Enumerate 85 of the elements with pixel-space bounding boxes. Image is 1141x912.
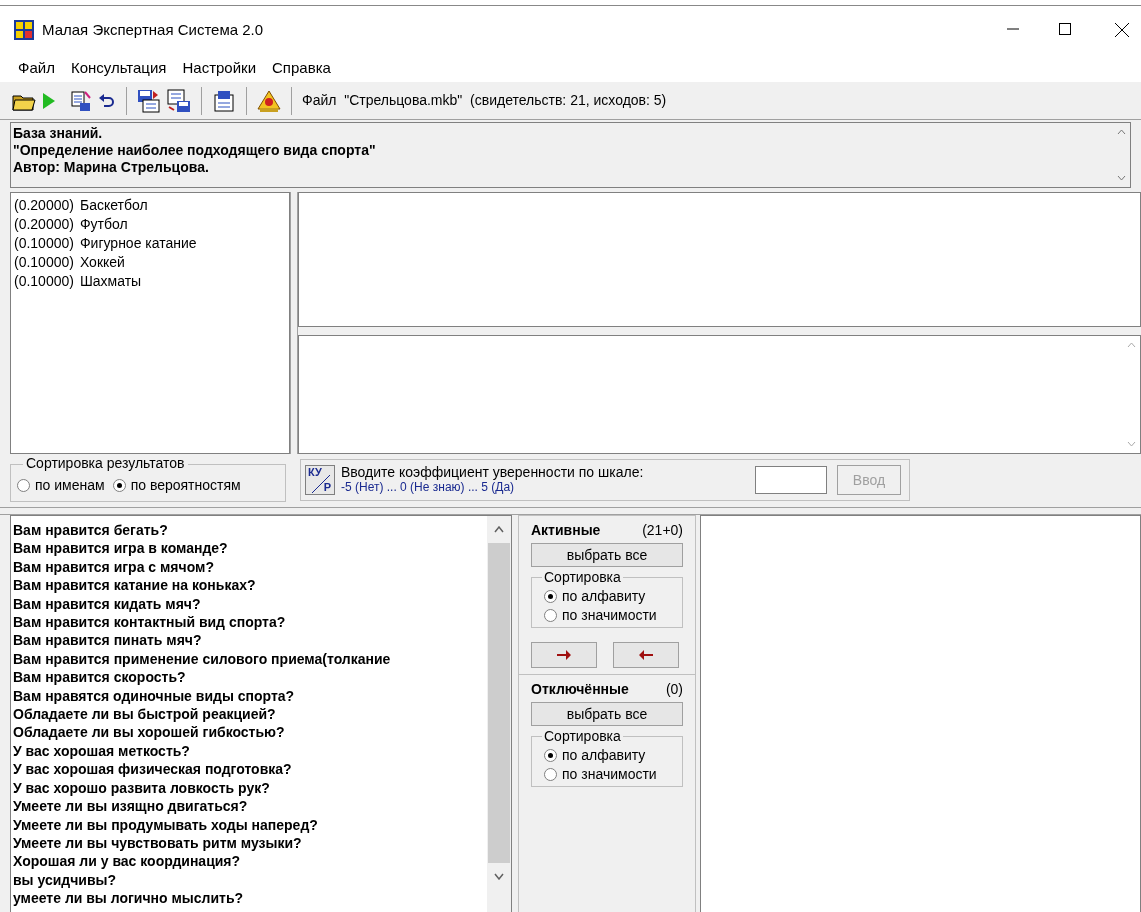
result-name: Хоккей [79, 253, 125, 272]
radio-button[interactable] [544, 608, 557, 622]
result-name: Баскетбол [79, 196, 148, 215]
question-item[interactable]: Вам нравится пинать мяч? [13, 631, 487, 650]
question-item[interactable]: Умеете ли вы изящно двигаться? [13, 797, 487, 816]
question-item[interactable]: У вас хорошая меткость? [13, 741, 487, 761]
save-icon[interactable] [137, 88, 161, 113]
question-item[interactable]: У вас хорошо развита ловкость рук? [13, 778, 487, 798]
file-info: Файл "Стрельцова.mkb" (свидетельств: 21, исходов: 5) [302, 91, 667, 110]
scrollbar-thumb[interactable] [488, 543, 510, 863]
group-title: Сортировка [542, 728, 623, 744]
chevron-down-icon[interactable] [494, 873, 504, 880]
select-all-button[interactable]: выбрать все [531, 543, 683, 567]
badge-label: КУ [308, 467, 322, 478]
question-item[interactable]: Умеете ли вы чувствовать ритм музыки? [13, 833, 487, 853]
app-icon [14, 20, 34, 40]
export-icon[interactable] [167, 88, 191, 113]
radio-option[interactable]: по алфавиту [544, 588, 682, 604]
question-item[interactable]: Вам нравится контактный вид спорта? [13, 613, 487, 632]
question-item[interactable]: Вам нравится кидать мяч? [13, 594, 487, 614]
question-item[interactable]: Вам нравится бегать? [13, 521, 487, 540]
question-item[interactable]: Вам нравится применение силового приема(толкание [13, 649, 487, 669]
probability-text: (0.10000) [14, 272, 74, 291]
results-list[interactable]: (0.20000) Баскетбол (0.20000) Футбол (0.10000) Фигурное катание (0.10000) Хоккей (0.10000) Шахматы [10, 192, 290, 454]
question-item[interactable]: Вам нравится катание на коньках? [13, 576, 487, 595]
group-title: Активные [531, 521, 601, 540]
result-name: Шахматы [79, 272, 142, 291]
question-item[interactable]: Вам нравится игра с мячом? [13, 557, 487, 577]
radio-option[interactable]: по значимости [544, 607, 682, 623]
probability-text: (0.10000) [14, 253, 74, 272]
arrow-button[interactable] [531, 642, 597, 668]
info-line: База знаний. [13, 125, 104, 142]
menu-item[interactable]: Файл [10, 56, 63, 80]
document-icon[interactable] [70, 89, 92, 112]
badge-label: Р [323, 482, 331, 493]
radio-button[interactable] [17, 478, 30, 492]
slash-line [312, 475, 330, 493]
question-item[interactable]: Вам нравятся одиночные виды спорта? [13, 686, 487, 706]
menu-item[interactable]: Настройки [174, 56, 265, 80]
chevron-up-icon[interactable] [1117, 129, 1126, 135]
confidence-field[interactable] [755, 466, 827, 494]
scale-text: -5 (Нет) ... 0 (Не знаю) ... 5 (Да) [341, 480, 516, 495]
arrow-button[interactable] [613, 642, 679, 668]
question-item[interactable]: Обладаете ли вы хорошей гибкостью? [13, 723, 487, 742]
probability-text: (0.10000) [14, 234, 74, 253]
radio-button[interactable] [544, 748, 557, 762]
close-icon[interactable] [1115, 23, 1129, 37]
arrow-icon [637, 648, 655, 662]
question-item[interactable]: Умеете ли вы продумывать ходы наперед? [13, 815, 487, 834]
maximize-icon[interactable] [1059, 23, 1071, 35]
scrollbar[interactable] [487, 516, 511, 912]
info-line: Автор: Марина Стрельцова. [13, 159, 210, 176]
result-name: Фигурное катание [79, 234, 197, 253]
arrow-icon [555, 648, 573, 662]
question-item[interactable]: умеете ли вы логично мыслить? [13, 889, 487, 908]
menu-item[interactable]: Справка [264, 56, 339, 80]
result-name: Футбол [79, 215, 128, 234]
radio-option[interactable]: по именам [17, 477, 105, 493]
count-text: (0) [665, 680, 683, 699]
undo-icon[interactable] [98, 93, 116, 108]
question-item[interactable]: Хорошая ли у вас координация? [13, 852, 487, 871]
radio-option[interactable]: по значимости [544, 766, 682, 782]
group-title: Отключённые [531, 680, 629, 699]
radio-button[interactable] [544, 589, 557, 603]
probability-text: (0.20000) [14, 215, 74, 234]
count-text: (21+0) [642, 521, 683, 540]
question-item[interactable]: Вам нравится скорость? [13, 668, 487, 687]
radio-button[interactable] [112, 478, 126, 492]
group-title: Сортировка [542, 569, 623, 585]
question-item[interactable]: вы усидчивы? [13, 870, 487, 890]
question-item[interactable]: У вас хорошая физическая подготовка? [13, 760, 487, 779]
group-title: Сортировка результатов [23, 455, 188, 471]
chevron-down-icon[interactable] [1117, 175, 1126, 181]
question-item[interactable]: Вам нравится игра в команде? [13, 539, 487, 558]
radio-button[interactable] [544, 767, 557, 781]
info-line: "Определение наиболее подходящего вида спорта" [13, 142, 377, 159]
window-title: Малая Экспертная Система 2.0 [42, 19, 264, 40]
menu-item[interactable]: Консультация [62, 56, 175, 80]
radio-option[interactable]: по вероятностям [112, 477, 241, 493]
radio-option[interactable]: по алфавиту [544, 747, 682, 763]
select-all-button[interactable]: выбрать все [531, 702, 683, 726]
question-item[interactable]: Обладаете ли вы быстрой реакцией? [13, 705, 487, 724]
prompt-text: Вводите коэффициент уверенности по шкале: [341, 465, 644, 480]
probability-text: (0.20000) [14, 196, 74, 215]
chevron-up-icon[interactable] [494, 526, 504, 533]
